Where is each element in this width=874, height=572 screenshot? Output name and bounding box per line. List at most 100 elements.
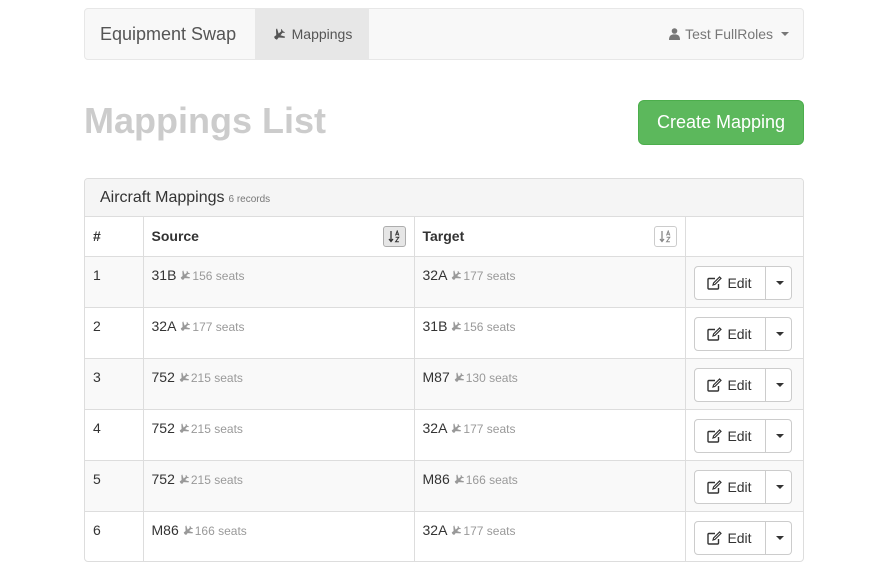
row-number: 3 [85, 358, 144, 410]
actions-cell: Edit [685, 256, 803, 308]
row-options-dropdown[interactable] [765, 418, 792, 453]
table-row: 5 752 215 seats M86 166 seats Edit [85, 460, 803, 512]
edit-button[interactable]: Edit [693, 418, 766, 453]
edit-button[interactable]: Edit [693, 367, 766, 402]
target-cell: 32A 177 seats [414, 409, 686, 461]
plane-icon [454, 473, 464, 484]
source-seats: 177 seats [192, 319, 245, 334]
target-cell: 32A 177 seats [414, 511, 686, 561]
target-seats: 177 seats [463, 421, 516, 436]
row-options-dropdown[interactable] [765, 265, 792, 300]
source-seats: 156 seats [192, 268, 245, 283]
user-name: Test FullRoles [685, 26, 773, 42]
source-seats: 215 seats [190, 472, 243, 487]
mappings-panel: Aircraft Mappings 6 records # Source Tar… [84, 178, 804, 562]
plane-icon [179, 371, 189, 382]
row-options-dropdown[interactable] [765, 367, 792, 402]
source-cell: 31B 156 seats [143, 256, 415, 308]
source-seats: 166 seats [194, 523, 247, 538]
record-count: 6 records [228, 194, 271, 205]
chevron-down-icon [781, 32, 789, 36]
sort-source-button[interactable] [382, 226, 406, 247]
user-menu[interactable]: Test FullRoles [669, 9, 789, 59]
column-header-source-label: Source [151, 228, 199, 245]
target-code: 32A [422, 521, 448, 538]
row-number: 1 [85, 256, 144, 308]
target-cell: M87 130 seats [414, 358, 686, 410]
source-seats: 215 seats [190, 421, 243, 436]
page-title: Mappings List [84, 100, 326, 141]
actions-cell: Edit [685, 307, 803, 359]
target-seats: 177 seats [463, 268, 516, 283]
edit-button-group: Edit [693, 367, 792, 402]
sort-alpha-icon [387, 230, 400, 243]
row-number: 4 [85, 409, 144, 461]
plane-icon [183, 524, 193, 535]
tab-mappings[interactable]: Mappings [255, 9, 369, 59]
plane-icon [452, 269, 462, 280]
table-row: 1 31B 156 seats 32A 177 seats Edit [85, 256, 803, 308]
edit-icon [707, 479, 723, 494]
edit-icon [707, 275, 723, 290]
target-seats: 130 seats [465, 370, 518, 385]
edit-label: Edit [727, 529, 752, 546]
row-options-dropdown[interactable] [765, 316, 792, 351]
row-number: 2 [85, 307, 144, 359]
edit-label: Edit [727, 274, 752, 291]
table-row: 2 32A 177 seats 31B 156 seats Edit [85, 307, 803, 359]
row-number: 5 [85, 460, 144, 512]
column-header-target-label: Target [422, 228, 465, 245]
edit-button[interactable]: Edit [693, 316, 766, 351]
target-code: 32A [422, 266, 448, 283]
table-row: 3 752 215 seats M87 130 seats Edit [85, 358, 803, 410]
edit-button-group: Edit [693, 265, 792, 300]
edit-icon [707, 377, 723, 392]
plane-icon [452, 524, 462, 535]
edit-button-group: Edit [693, 316, 792, 351]
plane-icon [454, 371, 464, 382]
source-code: 32A [151, 317, 177, 334]
plane-icon [181, 320, 191, 331]
edit-icon [707, 530, 723, 545]
column-header-actions [685, 217, 803, 257]
sort-target-button[interactable] [653, 226, 677, 247]
table-row: 4 752 215 seats 32A 177 seats Edit [85, 409, 803, 461]
source-cell: 752 215 seats [143, 460, 415, 512]
brand-link[interactable]: Equipment Swap [100, 9, 236, 59]
edit-button[interactable]: Edit [693, 520, 766, 555]
mappings-table: # Source Target 1 31B 156 seats 32A 177 … [85, 217, 803, 561]
table-row: 6 M86 166 seats 32A 177 seats Edit [85, 511, 803, 561]
panel-title: Aircraft Mappings [100, 188, 225, 206]
row-options-dropdown[interactable] [765, 520, 792, 555]
row-options-dropdown[interactable] [765, 469, 792, 504]
column-header-num: # [85, 217, 144, 257]
actions-cell: Edit [685, 358, 803, 410]
source-cell: 752 215 seats [143, 409, 415, 461]
plane-icon [452, 422, 462, 433]
plane-icon [179, 473, 189, 484]
actions-cell: Edit [685, 460, 803, 512]
navbar: Equipment Swap Mappings Test FullRoles [84, 8, 804, 60]
edit-label: Edit [727, 427, 752, 444]
sort-alpha-icon [658, 230, 671, 243]
source-code: 752 [151, 368, 175, 385]
target-code: M86 [422, 470, 450, 487]
target-cell: M86 166 seats [414, 460, 686, 512]
caret-down-icon [775, 484, 784, 489]
row-number: 6 [85, 511, 144, 561]
source-code: 31B [151, 266, 177, 283]
target-cell: 32A 177 seats [414, 256, 686, 308]
actions-cell: Edit [685, 511, 803, 561]
source-seats: 215 seats [190, 370, 243, 385]
edit-button[interactable]: Edit [693, 265, 766, 300]
target-seats: 156 seats [463, 319, 516, 334]
target-seats: 177 seats [463, 523, 516, 538]
actions-cell: Edit [685, 409, 803, 461]
edit-button-group: Edit [693, 469, 792, 504]
caret-down-icon [775, 331, 784, 336]
tab-mappings-label: Mappings [291, 26, 353, 42]
caret-down-icon [775, 535, 784, 540]
target-code: 32A [422, 419, 448, 436]
edit-button[interactable]: Edit [693, 469, 766, 504]
create-mapping-button[interactable]: Create Mapping [638, 100, 804, 145]
